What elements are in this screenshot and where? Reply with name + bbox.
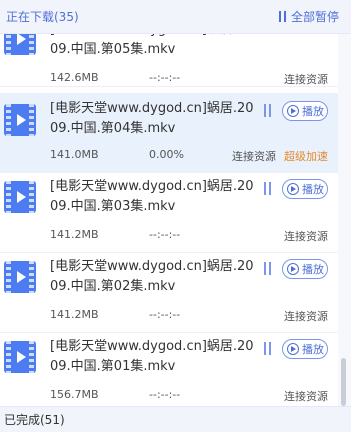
pause-icon[interactable] [264,342,274,356]
download-item[interactable]: [电影天堂www.dygod.cn]蜗居.2009.中国.第03集.mkv 播放… [0,173,338,253]
scrollbar-thumb[interactable] [341,358,346,406]
play-button[interactable]: 播放 [282,339,328,359]
download-item[interactable]: [电影天堂www.dygod.cn]蜗居.2009.中国.第01集.mkv 播放… [0,333,338,413]
time-remaining: --:--:-- [149,388,181,401]
file-name: [电影天堂www.dygod.cn]蜗居.2009.中国.第02集.mkv [50,259,254,294]
play-icon [287,343,299,355]
play-icon [287,263,299,275]
file-size: 141.2MB [50,228,99,241]
pause-icon [278,11,286,22]
video-file-icon [4,181,36,213]
completed-title: 已完成(51) [4,413,65,427]
pause-icon[interactable] [264,104,274,118]
file-size: 142.6MB [50,71,99,84]
video-file-icon [4,104,36,136]
super-boost-link[interactable]: 超级加速 [284,148,328,164]
pause-icon[interactable] [264,262,274,276]
resource-status: 连接资源 [284,390,328,403]
downloading-title[interactable]: 正在下载(35) [6,8,79,25]
file-size: 141.0MB [50,148,99,161]
download-progress: 0.00% [149,148,184,161]
time-remaining: --:--:-- [149,71,181,84]
download-item[interactable]: [电影天堂www.dygod.cn]蜗居.2009.中国.第02集.mkv 播放… [0,253,338,333]
pause-icon[interactable] [264,182,274,196]
video-file-icon [4,341,36,373]
file-name: [电影天堂www.dygod.cn]蜗居.2009.中国.第03集.mkv [50,179,254,214]
file-size: 156.7MB [50,388,99,401]
play-button[interactable]: 播放 [282,259,328,279]
time-remaining: --:--:-- [149,228,181,241]
play-button[interactable]: 播放 [282,101,328,121]
resource-status: 连接资源 [232,150,276,163]
completed-header[interactable]: 已完成(51) [0,406,351,432]
file-name: [电影天堂www.dygod.cn]蜗居.2009.中国.第04集.mkv [50,101,254,136]
resource-status: 连接资源 [284,310,328,323]
downloading-header: 正在下载(35) 全部暂停 [0,0,351,34]
play-icon [287,105,299,117]
resource-status: 连接资源 [284,230,328,243]
file-name: [电影天堂www.dygod.cn]蜗居.2009.中国.第01集.mkv [50,339,254,374]
pause-all-label: 全部暂停 [290,10,339,24]
time-remaining: --:--:-- [149,308,181,321]
video-file-icon [4,261,36,293]
file-size: 141.2MB [50,308,99,321]
play-button[interactable]: 播放 [282,179,328,199]
download-item[interactable]: [电影天堂www.dygod.cn]蜗居.2009.中国.第04集.mkv 播放… [0,93,338,173]
play-icon [287,183,299,195]
scrollbar-track[interactable] [338,34,351,406]
pause-all-button[interactable]: 全部暂停 [278,8,339,25]
resource-status: 连接资源 [284,73,328,86]
